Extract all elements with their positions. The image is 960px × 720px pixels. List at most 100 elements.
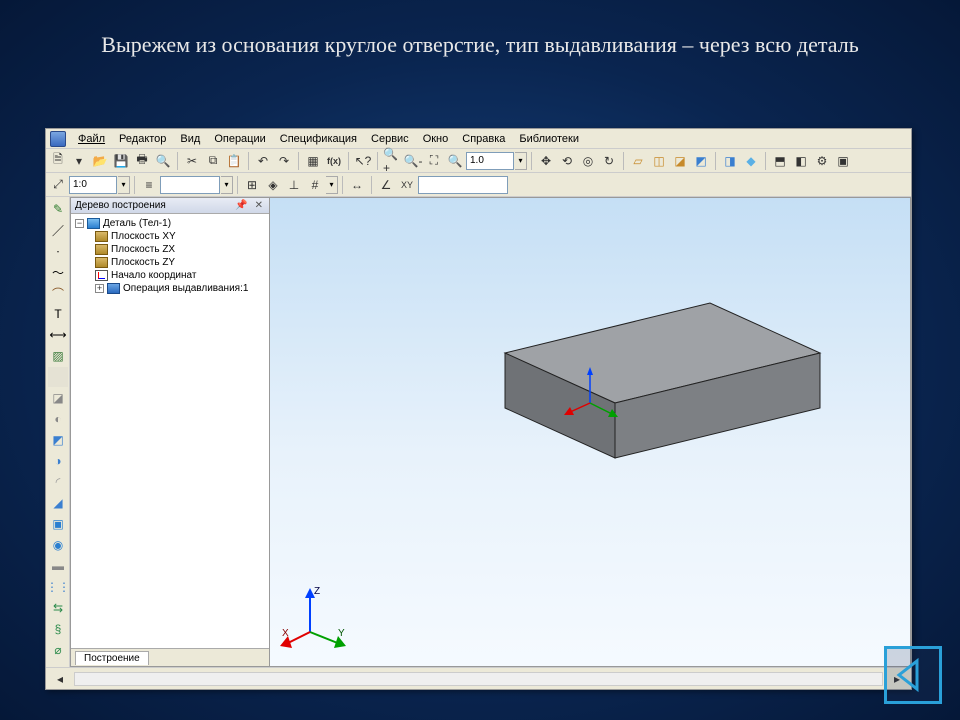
menu-edit[interactable]: Редактор — [113, 131, 172, 147]
text-icon[interactable]: T — [48, 304, 68, 324]
sketch-icon[interactable]: ✎ — [48, 199, 68, 219]
point-icon[interactable]: ∙ — [48, 241, 68, 261]
fx-icon[interactable]: f(x) — [324, 151, 344, 171]
angle-icon[interactable]: ∠ — [376, 175, 396, 195]
tree-item-extrude[interactable]: + Операция выдавливания:1 — [73, 282, 267, 295]
fillet-icon[interactable]: ◜ — [48, 472, 68, 492]
refresh-icon[interactable]: ↻ — [599, 151, 619, 171]
shell-icon[interactable]: ▣ — [48, 514, 68, 534]
slide-back-button[interactable] — [884, 646, 942, 704]
zoom-in-icon[interactable]: 🔍+ — [382, 151, 402, 171]
open-icon[interactable]: 📂 — [90, 151, 110, 171]
menu-service[interactable]: Сервис — [365, 131, 415, 147]
hatch-icon[interactable]: ▨ — [48, 346, 68, 366]
menu-help[interactable]: Справка — [456, 131, 511, 147]
coord-input[interactable] — [418, 176, 508, 194]
misc-icon[interactable]: ◧ — [791, 151, 811, 171]
dropdown-icon[interactable]: ▾ — [69, 151, 89, 171]
pointer-icon[interactable]: ↖? — [353, 151, 373, 171]
tree-tab-build[interactable]: Построение — [75, 651, 149, 665]
dim-tool-icon[interactable]: ⟷ — [48, 325, 68, 345]
copy-icon[interactable]: ⧉ — [203, 151, 223, 171]
settings-icon[interactable]: ⚙ — [812, 151, 832, 171]
tree-body[interactable]: − Деталь (Тел-1) Плоскость XY Плоскость … — [71, 214, 269, 648]
helix-icon[interactable]: § — [48, 619, 68, 639]
menu-view[interactable]: Вид — [174, 131, 206, 147]
dim-icon[interactable]: ↔ — [347, 175, 367, 195]
new-icon[interactable]: 🗎 — [48, 151, 68, 171]
paste-icon[interactable]: 📋 — [224, 151, 244, 171]
scale-input[interactable]: 1:0 — [69, 176, 117, 194]
viewport-3d[interactable]: Z Y X — [270, 197, 911, 667]
scroll-left-icon[interactable]: ◂ — [50, 669, 70, 689]
thread-icon[interactable]: ⌀ — [48, 640, 68, 660]
perspective-icon[interactable]: ◨ — [720, 151, 740, 171]
revolve-icon[interactable]: ◐ — [48, 409, 68, 429]
grid-icon[interactable]: ⊞ — [242, 175, 262, 195]
undo-icon[interactable]: ↶ — [253, 151, 273, 171]
layer-dropdown-icon[interactable]: ▾ — [221, 176, 233, 194]
tree-item-origin[interactable]: Начало координат — [73, 269, 267, 282]
hole-icon[interactable]: ◉ — [48, 535, 68, 555]
layer-input[interactable] — [160, 176, 220, 194]
tree-root[interactable]: − Деталь (Тел-1) — [73, 217, 267, 230]
pan-icon[interactable]: ✥ — [536, 151, 556, 171]
table-icon[interactable]: ▦ — [303, 151, 323, 171]
tree-item-plane-zy[interactable]: Плоскость ZY — [73, 256, 267, 269]
shaded-icon[interactable]: ◪ — [670, 151, 690, 171]
menu-operations[interactable]: Операции — [208, 131, 271, 147]
spline-icon[interactable]: 〜 — [48, 262, 68, 282]
collapse-icon[interactable]: − — [75, 219, 84, 228]
menu-libraries[interactable]: Библиотеки — [513, 131, 585, 147]
zoom-dropdown-icon[interactable]: ▾ — [515, 152, 527, 170]
tree-item-plane-xy[interactable]: Плоскость XY — [73, 230, 267, 243]
cut-extrude-icon[interactable]: ◩ — [48, 430, 68, 450]
pattern-icon[interactable]: ⋮⋮ — [48, 577, 68, 597]
rib-icon[interactable]: ▬ — [48, 556, 68, 576]
grid-dropdown-icon[interactable]: ▾ — [326, 176, 338, 194]
wireframe-icon[interactable]: ▱ — [628, 151, 648, 171]
menu-window[interactable]: Окно — [417, 131, 455, 147]
line-icon[interactable]: ／ — [48, 220, 68, 240]
tool-icon[interactable]: ▣ — [833, 151, 853, 171]
ortho-icon[interactable]: ⊥ — [284, 175, 304, 195]
tree-item-plane-zx[interactable]: Плоскость ZX — [73, 243, 267, 256]
view-icon[interactable]: ◆ — [741, 151, 761, 171]
shaded-edges-icon[interactable]: ◩ — [691, 151, 711, 171]
layer-icon[interactable]: ≡ — [139, 175, 159, 195]
tree-controls[interactable]: 📌 ✕ — [235, 200, 265, 211]
preview-icon[interactable]: 🔍 — [153, 151, 173, 171]
orbit-icon[interactable]: ◎ — [578, 151, 598, 171]
menu-specification[interactable]: Спецификация — [274, 131, 363, 147]
expand-icon[interactable]: + — [95, 284, 104, 293]
scale-icon[interactable]: ⤢ — [48, 175, 68, 195]
back-arrow-icon — [895, 657, 931, 693]
mirror-icon[interactable]: ⇆ — [48, 598, 68, 618]
work-area: ✎ ／ ∙ 〜 ⌒ T ⟷ ▨ ◪ ◐ ◩ ◑ ◜ ◢ ▣ ◉ ▬ ⋮⋮ ⇆ §… — [46, 197, 911, 667]
chamfer-icon[interactable]: ◢ — [48, 493, 68, 513]
zoom-window-icon[interactable]: ⛶ — [424, 151, 444, 171]
arc-icon[interactable]: ⌒ — [48, 283, 68, 303]
hidden-icon[interactable]: ◫ — [649, 151, 669, 171]
zoom-out-icon[interactable]: 🔍- — [403, 151, 423, 171]
snap-icon[interactable]: ◈ — [263, 175, 283, 195]
xy-icon[interactable]: XY — [397, 175, 417, 195]
model-solid[interactable] — [450, 298, 830, 498]
app-icon — [50, 131, 66, 147]
redo-icon[interactable]: ↷ — [274, 151, 294, 171]
separator — [371, 176, 372, 194]
scale-dropdown-icon[interactable]: ▾ — [118, 176, 130, 194]
print-icon[interactable]: 🖶 — [132, 151, 152, 171]
scroll-track[interactable] — [74, 672, 883, 686]
rotate-icon[interactable]: ⟲ — [557, 151, 577, 171]
zoom-input[interactable]: 1.0 — [466, 152, 514, 170]
cut-revolve-icon[interactable]: ◑ — [48, 451, 68, 471]
menu-file[interactable]: Файл — [72, 131, 111, 147]
tree-item-label: Плоскость ZX — [111, 244, 175, 255]
grid2-icon[interactable]: # — [305, 175, 325, 195]
extrude-icon[interactable]: ◪ — [48, 388, 68, 408]
cut-icon[interactable]: ✂ — [182, 151, 202, 171]
section-icon[interactable]: ⬒ — [770, 151, 790, 171]
zoom-fit-icon[interactable]: 🔍 — [445, 151, 465, 171]
save-icon[interactable]: 💾 — [111, 151, 131, 171]
